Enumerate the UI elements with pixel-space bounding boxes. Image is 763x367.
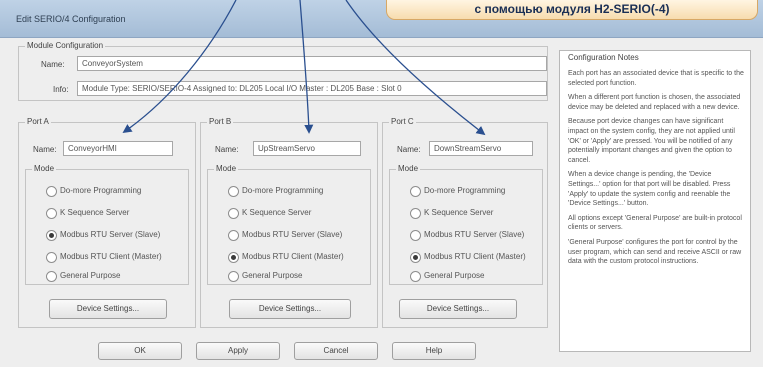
port-a-device-settings-button[interactable]: Device Settings... (49, 299, 167, 319)
module-info-field: Module Type: SERIO/SERIO-4 Assigned to: … (77, 81, 547, 96)
port-b-group: Port B Name: UpStreamServo Mode Do-more … (200, 117, 378, 328)
radio-button-selected-icon (228, 252, 239, 263)
port-c-device-settings-button[interactable]: Device Settings... (399, 299, 517, 319)
module-config-group: Module Configuration Name: ConveyorSyste… (18, 41, 548, 101)
port-a-group: Port A Name: ConveyorHMI Mode Do-more Pr… (18, 117, 196, 328)
module-name-field[interactable]: ConveyorSystem (77, 56, 547, 71)
notes-title: Configuration Notes (568, 53, 639, 62)
radio-button-icon (46, 252, 57, 263)
radio-button-icon (228, 271, 239, 282)
config-dialog: Edit SERIO/4 Configuration с помощью мод… (0, 0, 763, 367)
radio-button-icon (228, 230, 239, 241)
radio-button-icon (46, 271, 57, 282)
apply-button[interactable]: Apply (196, 342, 280, 360)
radio-button-icon (410, 186, 421, 197)
port-c-name-label: Name: (397, 145, 421, 154)
radio-button-icon (46, 186, 57, 197)
port-b-title: Port B (207, 117, 234, 126)
notes-body: Each port has an associated device that … (568, 69, 744, 272)
configuration-notes-panel[interactable]: Configuration Notes Each port has an ass… (559, 50, 751, 352)
radio-button-icon (228, 186, 239, 197)
module-config-legend: Module Configuration (25, 41, 106, 50)
cancel-button[interactable]: Cancel (294, 342, 378, 360)
port-b-name-field[interactable]: UpStreamServo (253, 141, 361, 156)
port-b-device-settings-button[interactable]: Device Settings... (229, 299, 351, 319)
module-info-label: Info: (53, 85, 69, 94)
caption-banner: с помощью модуля H2-SERIO(-4) (386, 0, 758, 20)
note-paragraph: All options except 'General Purpose' are… (568, 214, 742, 232)
window-title: Edit SERIO/4 Configuration (16, 14, 126, 24)
radio-button-icon (410, 230, 421, 241)
port-b-mode-group: Mode Do-more Programming K Sequence Serv… (207, 164, 371, 285)
port-c-mode-group: Mode Do-more Programming K Sequence Serv… (389, 164, 543, 285)
port-c-mode-label: Mode (396, 164, 421, 173)
ok-button[interactable]: OK (98, 342, 182, 360)
note-paragraph: When a different port function is chosen… (568, 94, 741, 111)
radio-button-icon (410, 208, 421, 219)
note-paragraph: Each port has an associated device that … (568, 70, 744, 87)
port-a-title: Port A (25, 117, 51, 126)
radio-button-icon (228, 208, 239, 219)
port-c-group: Port C Name: DownStreamServo Mode Do-mor… (382, 117, 548, 328)
port-c-name-field[interactable]: DownStreamServo (429, 141, 533, 156)
radio-button-icon (46, 208, 57, 219)
module-name-label: Name: (41, 60, 65, 69)
note-paragraph: Because port device changes can have sig… (568, 118, 735, 164)
help-button[interactable]: Help (392, 342, 476, 360)
note-paragraph: 'General Purpose' configures the port fo… (568, 238, 742, 266)
port-b-name-label: Name: (215, 145, 239, 154)
port-b-mode-label: Mode (214, 164, 239, 173)
port-a-mode-label: Mode (32, 164, 57, 173)
port-a-name-field[interactable]: ConveyorHMI (63, 141, 173, 156)
radio-button-icon (410, 271, 421, 282)
port-c-title: Port C (389, 117, 416, 126)
note-paragraph: When a device change is pending, the 'De… (568, 171, 731, 208)
port-a-mode-group: Mode Do-more Programming K Sequence Serv… (25, 164, 189, 285)
port-a-name-label: Name: (33, 145, 57, 154)
radio-button-selected-icon (46, 230, 57, 241)
radio-button-selected-icon (410, 252, 421, 263)
